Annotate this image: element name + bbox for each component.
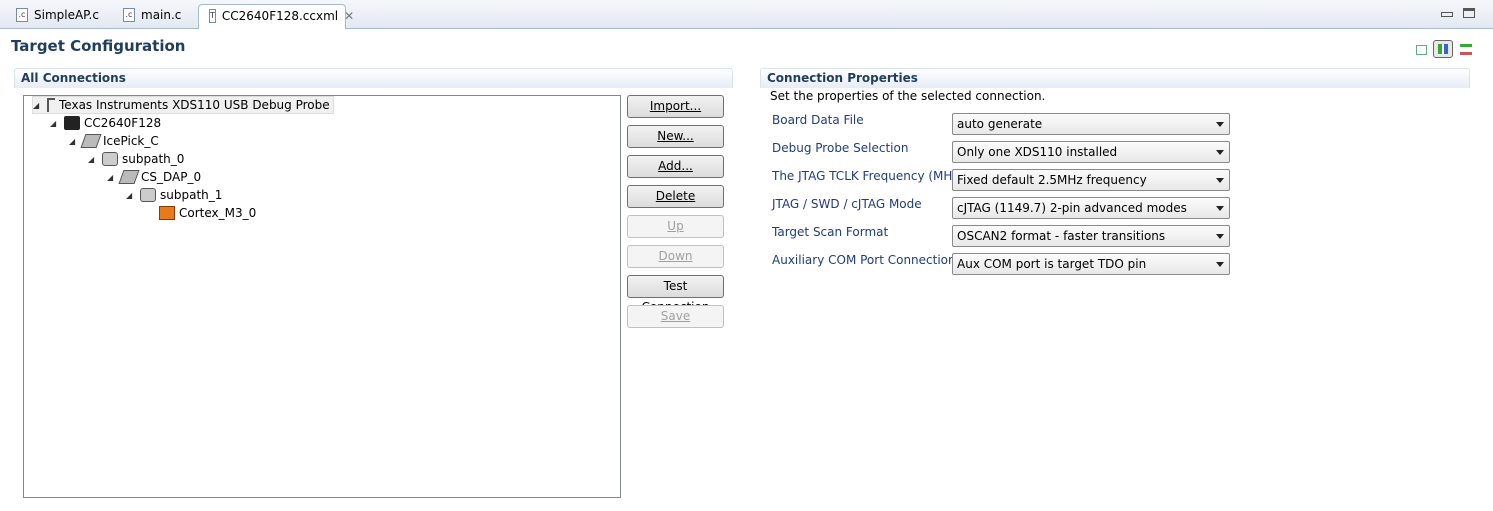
aux-com-port-select[interactable]: Aux COM port is target TDO pin (952, 253, 1230, 275)
tree-node-probe[interactable]: ◢ Texas Instruments XDS110 USB Debug Prob… (32, 96, 334, 114)
subpath-icon (102, 152, 118, 166)
router-icon (118, 170, 140, 184)
property-label: Auxiliary COM Port Connection (772, 253, 956, 267)
cpu-core-icon (159, 206, 175, 220)
new-button[interactable]: New... (627, 125, 724, 148)
expand-icon[interactable]: ◢ (33, 101, 43, 110)
property-label: Debug Probe Selection (772, 141, 909, 155)
connections-tree[interactable]: ◢ Texas Instruments XDS110 USB Debug Prob… (23, 95, 621, 498)
minimize-icon[interactable] (1441, 12, 1453, 17)
expand-icon[interactable]: ◢ (50, 119, 60, 128)
tree-node-subpath[interactable]: ◢ subpath_1 (126, 186, 222, 204)
tab-simpleap-c[interactable]: .c SimpleAP.c (6, 4, 107, 29)
node-label: Texas Instruments XDS110 USB Debug Probe (59, 98, 330, 112)
node-label: Cortex_M3_0 (179, 206, 257, 220)
jtag-mode-select[interactable]: cJTAG (1149.7) 2-pin advanced modes (952, 197, 1230, 219)
chip-icon (64, 116, 80, 130)
target-config-icon: T (209, 9, 216, 23)
tab-main-c[interactable]: .c main.c (113, 4, 189, 29)
chevron-down-icon (1216, 206, 1224, 211)
node-label: IcePick_C (103, 134, 159, 148)
two-column-layout-icon[interactable] (1433, 40, 1453, 58)
chevron-down-icon (1216, 150, 1224, 155)
single-column-layout-icon[interactable] (1456, 40, 1476, 58)
close-icon[interactable]: ✕ (344, 9, 354, 23)
tab-label: CC2640F128.ccxml (221, 9, 339, 23)
tab-label: main.c (141, 8, 182, 22)
chevron-down-icon (1216, 234, 1224, 239)
chevron-down-icon (1216, 262, 1224, 267)
c-file-icon: .c (123, 8, 135, 22)
collapse-icon[interactable] (1411, 40, 1431, 58)
connection-properties-header: Connection Properties (760, 68, 1470, 88)
editor-tab-bar: .c SimpleAP.c .c main.c T CC2640F128.ccxml ✕ (0, 0, 1493, 29)
add-button[interactable]: Add... (627, 155, 724, 178)
select-value: Only one XDS110 installed (957, 145, 1118, 159)
chevron-down-icon (1216, 122, 1224, 127)
expand-icon[interactable]: ◢ (69, 137, 79, 146)
tree-node-icepick[interactable]: ◢ IcePick_C (69, 132, 159, 150)
import-button[interactable]: Import... (627, 95, 724, 118)
page-title: Target Configuration (11, 37, 186, 55)
expand-icon[interactable]: ◢ (126, 191, 136, 200)
test-connection-button[interactable]: Test Connection (627, 275, 724, 314)
select-value: auto generate (957, 117, 1043, 131)
select-value: Aux COM port is target TDO pin (957, 257, 1147, 271)
up-button[interactable]: Up (627, 215, 724, 238)
node-label: subpath_0 (122, 152, 185, 166)
subpath-icon (140, 188, 156, 202)
all-connections-header: All Connections (14, 68, 733, 88)
c-file-icon: .c (16, 8, 28, 22)
expand-icon[interactable]: ◢ (107, 173, 117, 182)
node-label: CC2640F128 (84, 116, 162, 130)
debug-probe-selection-select[interactable]: Only one XDS110 installed (952, 141, 1230, 163)
router-icon (80, 134, 102, 148)
maximize-icon[interactable] (1463, 8, 1475, 18)
node-label: subpath_1 (160, 188, 223, 202)
tab-label: SimpleAP.c (34, 8, 99, 22)
property-label: Target Scan Format (772, 225, 889, 239)
target-scan-format-select[interactable]: OSCAN2 format - faster transitions (952, 225, 1230, 247)
property-label: JTAG / SWD / cJTAG Mode (772, 197, 922, 211)
delete-button[interactable]: Delete (627, 185, 724, 208)
tab-cc2640f128-ccxml[interactable]: T CC2640F128.ccxml ✕ (198, 4, 354, 29)
chevron-down-icon (1216, 178, 1224, 183)
tree-node-cpu[interactable]: Cortex_M3_0 (159, 204, 256, 222)
tree-node-dap[interactable]: ◢ CS_DAP_0 (107, 168, 201, 186)
property-label: The JTAG TCLK Frequency (MHz) (772, 169, 964, 183)
expand-icon[interactable]: ◢ (88, 155, 98, 164)
node-label: CS_DAP_0 (141, 170, 202, 184)
board-data-file-select[interactable]: auto generate (952, 113, 1230, 135)
jtag-tclk-frequency-select[interactable]: Fixed default 2.5MHz frequency (952, 169, 1230, 191)
down-button[interactable]: Down (627, 245, 724, 268)
tree-node-subpath[interactable]: ◢ subpath_0 (88, 150, 184, 168)
tree-node-device[interactable]: ◢ CC2640F128 (50, 114, 161, 132)
select-value: OSCAN2 format - faster transitions (957, 229, 1166, 243)
probe-icon (47, 98, 55, 112)
select-value: cJTAG (1149.7) 2-pin advanced modes (957, 201, 1187, 215)
select-value: Fixed default 2.5MHz frequency (957, 173, 1147, 187)
property-label: Board Data File (772, 113, 864, 127)
properties-subtitle: Set the properties of the selected conne… (770, 89, 1046, 103)
save-button[interactable]: Save (627, 305, 724, 328)
